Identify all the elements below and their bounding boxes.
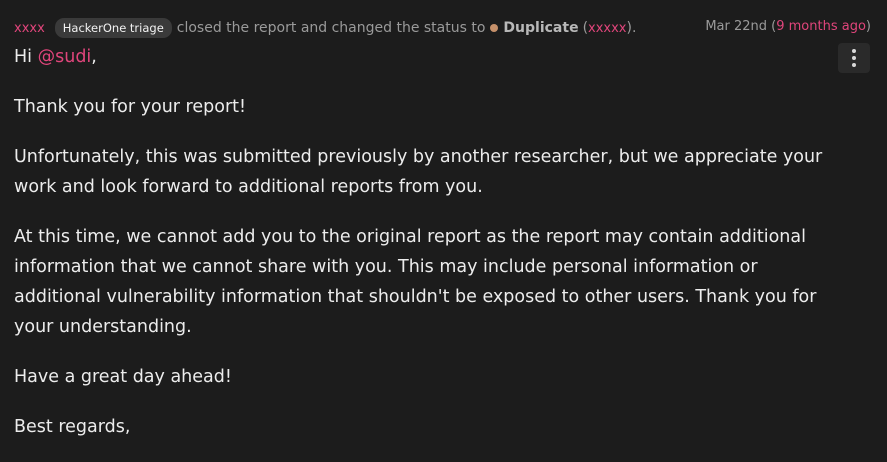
status-label: Duplicate: [503, 20, 579, 36]
paragraph: Best regards,: [14, 417, 131, 437]
paragraph: Unfortunately, this was submitted previo…: [14, 147, 823, 197]
comment-body: Hi @sudi, Thank you for your report! Unf…: [14, 42, 844, 462]
more-vertical-icon: [852, 56, 856, 60]
relative-time[interactable]: 9 months ago: [776, 19, 866, 34]
actor-link[interactable]: xxxx: [14, 21, 45, 36]
more-vertical-icon: [852, 63, 856, 67]
paragraph: Thank you for your report!: [14, 97, 247, 117]
duplicate-report-link[interactable]: xxxxx: [588, 21, 626, 36]
more-vertical-icon: [852, 49, 856, 53]
greeting: Hi @sudi,: [14, 42, 844, 72]
greeting-prefix: Hi: [14, 47, 33, 67]
triage-badge: HackerOne triage: [54, 18, 172, 38]
activity-date: Mar 22nd: [705, 19, 768, 34]
status-dot-icon: [490, 24, 499, 32]
activity-timestamp: Mar 22nd (9 months ago): [705, 19, 871, 34]
paragraph: At this time, we cannot add you to the o…: [14, 227, 817, 337]
activity-header: xxxx HackerOne triage closed the report …: [14, 18, 636, 38]
greeting-suffix: ,: [91, 47, 97, 67]
action-text: closed the report and changed the status…: [176, 20, 486, 36]
duplicate-reference: (xxxxx).: [582, 20, 637, 36]
paragraph: Have a great day ahead!: [14, 367, 232, 387]
user-mention[interactable]: @sudi: [38, 47, 92, 67]
